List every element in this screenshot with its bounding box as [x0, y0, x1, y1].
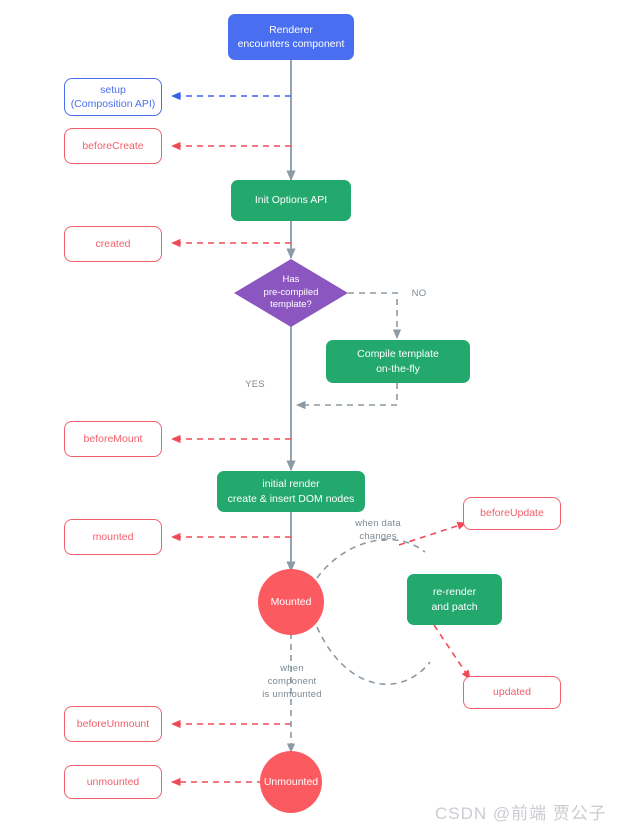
node-before-mount[interactable]: beforeMount: [64, 421, 162, 457]
node-before-unmount-label: beforeUnmount: [76, 717, 150, 730]
node-compile-template-label: Compile template on-the-fly: [357, 348, 439, 375]
node-init-options-api[interactable]: Init Options API: [231, 180, 351, 221]
lifecycle-diagram: Renderer encounters component setup (Com…: [0, 0, 626, 832]
node-before-mount-label: beforeMount: [83, 432, 143, 445]
node-before-create[interactable]: beforeCreate: [64, 128, 162, 164]
node-initial-render[interactable]: initial render create & insert DOM nodes: [217, 471, 365, 512]
node-renderer[interactable]: Renderer encounters component: [228, 14, 354, 60]
node-mounted-hook-label: mounted: [92, 530, 134, 543]
edge-update-loop-bottom: [316, 626, 431, 685]
node-mounted-state-label: Mounted: [270, 595, 312, 608]
node-init-options-api-label: Init Options API: [254, 194, 328, 207]
node-compile-template[interactable]: Compile template on-the-fly: [326, 340, 470, 383]
node-setup[interactable]: setup (Composition API): [64, 78, 162, 116]
node-decision-has-precompiled-template[interactable]: Has pre-compiled template?: [234, 259, 348, 327]
node-before-create-label: beforeCreate: [82, 139, 144, 152]
edge-label-yes: YES: [245, 379, 265, 390]
node-before-update-label: beforeUpdate: [480, 507, 544, 520]
node-unmounted-state-label: Unmounted: [263, 775, 319, 788]
node-updated[interactable]: updated: [463, 676, 561, 709]
node-setup-label: setup (Composition API): [70, 83, 156, 110]
edge-update-loop-top: [316, 538, 426, 579]
node-unmounted-hook[interactable]: unmounted: [64, 765, 162, 799]
node-before-unmount[interactable]: beforeUnmount: [64, 706, 162, 742]
node-mounted-state[interactable]: Mounted: [258, 569, 324, 635]
edge-label-no: NO: [411, 288, 427, 299]
edge-decision-no-to-compile: [348, 292, 402, 339]
node-unmounted-hook-label: unmounted: [86, 775, 140, 788]
node-updated-label: updated: [493, 686, 531, 699]
edge-re-render-to-updated: [433, 624, 471, 680]
csdn-watermark: CSDN @前端 贾公子: [435, 804, 607, 823]
node-renderer-label: Renderer encounters component: [237, 23, 345, 50]
node-created-label: created: [95, 237, 131, 250]
node-re-render-and-patch[interactable]: re-render and patch: [407, 574, 502, 625]
node-initial-render-label: initial render create & insert DOM nodes: [227, 478, 355, 505]
edge-compile-back-to-spine: [296, 383, 398, 410]
node-before-update[interactable]: beforeUpdate: [463, 497, 561, 530]
edge-label-when-component-unmounted: when component is unmounted: [262, 663, 322, 700]
node-created[interactable]: created: [64, 226, 162, 262]
node-unmounted-state[interactable]: Unmounted: [260, 751, 322, 813]
edge-label-when-data-changes: when data changes: [355, 518, 401, 542]
node-decision-label: Has pre-compiled template?: [263, 274, 319, 311]
node-mounted-hook[interactable]: mounted: [64, 519, 162, 555]
node-re-render-and-patch-label: re-render and patch: [431, 586, 478, 613]
